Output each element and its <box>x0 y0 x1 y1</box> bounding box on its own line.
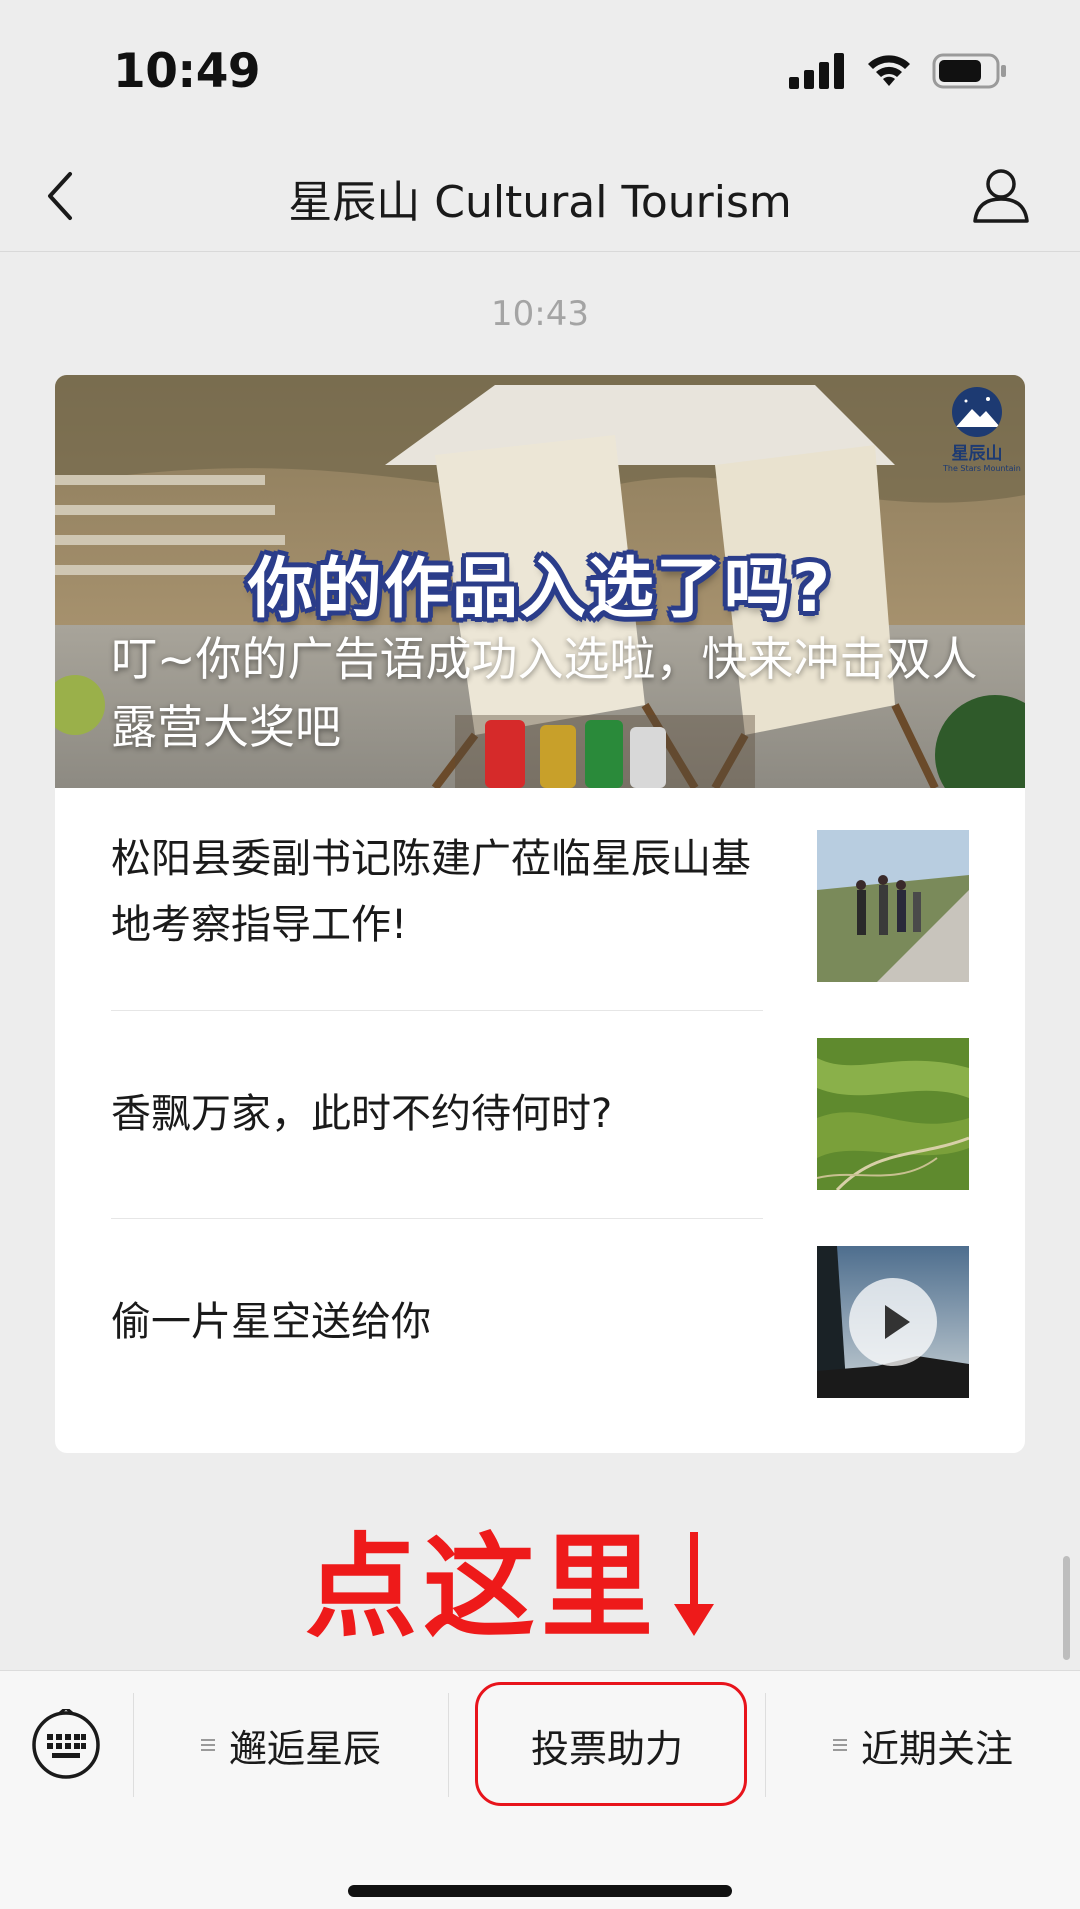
article-item[interactable]: 香飘万家，此时不约待何时? <box>55 1010 1025 1218</box>
article-thumbnail <box>817 1246 969 1398</box>
mountain-stars-icon <box>952 387 1002 437</box>
bottom-menu: 邂逅星辰 投票助力 近期关注 <box>0 1670 1080 1909</box>
chat-screen: 10:49 星辰山 Cultural Tourism 10:43 星辰山 The… <box>0 0 1080 1909</box>
menu-item-recent[interactable]: 近期关注 <box>766 1689 1080 1801</box>
scrollbar[interactable] <box>1063 1556 1070 1660</box>
chevron-left-icon[interactable] <box>42 168 78 224</box>
brand-logo: 星辰山 The Stars Mountain <box>943 387 1021 473</box>
article-thumbnail <box>817 1038 969 1190</box>
article-title: 香飘万家，此时不约待何时? <box>111 1091 613 1137</box>
menu-item-label: 近期关注 <box>860 1726 1013 1771</box>
submenu-icon <box>200 1737 215 1753</box>
article-title: 松阳县委副书记陈建广莅临星辰山基地考察指导工作! <box>111 836 751 948</box>
article-item[interactable]: 偷一片星空送给你 <box>55 1218 1025 1426</box>
article-thumbnail <box>817 830 969 982</box>
down-arrow-icon <box>674 1532 714 1636</box>
cover-article[interactable]: 星辰山 The Stars Mountain 你的作品入选了吗? 叮~你的广告语… <box>55 375 1025 788</box>
status-bar: 10:49 <box>0 0 1080 140</box>
person-icon[interactable] <box>972 166 1030 224</box>
article-item[interactable]: 松阳县委副书记陈建广莅临星辰山基地考察指导工作! <box>55 788 1025 996</box>
highlight-box <box>475 1682 747 1806</box>
logo-subtext: The Stars Mountain <box>943 464 1021 473</box>
article-title: 偷一片星空送给你 <box>111 1299 431 1345</box>
menu-item-label: 邂逅星辰 <box>228 1726 381 1771</box>
message-timestamp: 10:43 <box>491 294 589 334</box>
battery-icon <box>932 53 1006 89</box>
cover-caption: 叮~你的广告语成功入选啦，快来冲击双人露营大奖吧 <box>111 632 978 754</box>
page-title: 星辰山 Cultural Tourism <box>288 177 792 228</box>
cellular-signal-icon <box>789 53 844 89</box>
wifi-icon <box>868 55 910 86</box>
nav-bar: 星辰山 Cultural Tourism <box>0 140 1080 252</box>
home-indicator <box>348 1885 732 1897</box>
logo-text: 星辰山 <box>951 444 1003 464</box>
annotation-text: 点这里 <box>305 1523 659 1653</box>
cover-headline: 你的作品入选了吗? <box>247 550 833 627</box>
play-icon <box>849 1278 937 1366</box>
article-card: 星辰山 The Stars Mountain 你的作品入选了吗? 叮~你的广告语… <box>55 375 1025 1453</box>
status-time: 10:49 <box>113 44 261 99</box>
menu-item-encounter[interactable]: 邂逅星辰 <box>134 1689 448 1801</box>
submenu-icon <box>832 1737 847 1753</box>
keyboard-icon[interactable] <box>30 1709 102 1781</box>
